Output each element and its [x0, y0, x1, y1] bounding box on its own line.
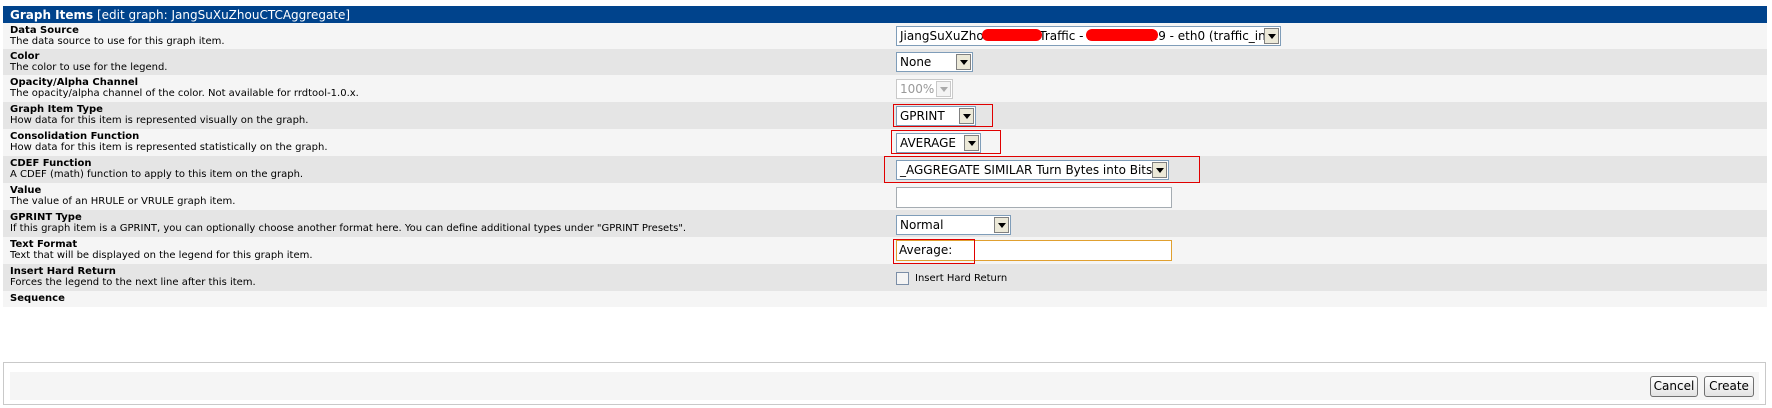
- row-insert-hard-return: Insert Hard Return Forces the legend to t…: [3, 264, 1767, 291]
- field-desc: The color to use for the legend.: [10, 62, 168, 73]
- color-value: None: [900, 55, 932, 69]
- value-input[interactable]: [896, 187, 1172, 208]
- gprint-type-value: Normal: [900, 218, 944, 232]
- field-desc: How data for this item is represented vi…: [10, 115, 309, 126]
- field-title: Data Source: [10, 25, 79, 36]
- row-sequence: Sequence: [3, 291, 1767, 307]
- row-gprint-type: GPRINT Type If this graph item is a GPRIN…: [3, 210, 1767, 237]
- field-desc: The value of an HRULE or VRULE graph ite…: [10, 196, 236, 207]
- panel-header: Graph Items [edit graph: JangSuXuZhouCTC…: [3, 6, 1767, 23]
- field-desc: The data source to use for this graph it…: [10, 36, 225, 47]
- opacity-select[interactable]: 100%: [896, 79, 953, 99]
- gprint-type-select[interactable]: Normal: [896, 215, 1011, 235]
- row-data-source: Data Source The data source to use for th…: [3, 23, 1767, 49]
- redaction-mark: [1086, 29, 1158, 41]
- form-footer: Cancel Create: [3, 362, 1766, 405]
- field-desc: How data for this item is represented st…: [10, 142, 328, 153]
- field-title: Value: [10, 185, 42, 196]
- field-title: Text Format: [10, 239, 78, 250]
- row-graph-item-type: Graph Item Type How data for this item is…: [3, 102, 1767, 129]
- row-text-format: Text Format Text that will be displayed o…: [3, 237, 1767, 264]
- highlight-box: [893, 104, 993, 127]
- field-desc: Forces the legend to the next line after…: [10, 277, 256, 288]
- field-desc: If this graph item is a GPRINT, you can …: [10, 223, 687, 234]
- field-desc: A CDEF (math) function to apply to this …: [10, 169, 304, 180]
- field-title: Opacity/Alpha Channel: [10, 77, 139, 88]
- redaction-mark: [982, 29, 1042, 41]
- create-button[interactable]: Create: [1704, 376, 1754, 397]
- color-select[interactable]: None: [896, 52, 973, 72]
- field-title: Graph Item Type: [10, 104, 103, 115]
- chevron-down-icon[interactable]: [956, 54, 971, 70]
- panel-subtitle: [edit graph: JangSuXuZhouCTCAggregate]: [93, 8, 351, 22]
- row-opacity: Opacity/Alpha Channel The opacity/alpha c…: [3, 75, 1767, 102]
- row-value: Value The value of an HRULE or VRULE grap…: [3, 183, 1767, 210]
- button-bar: Cancel Create: [10, 372, 1759, 400]
- highlight-box: [884, 156, 1200, 183]
- field-title: Insert Hard Return: [10, 266, 116, 277]
- row-color: Color The color to use for the legend. No…: [3, 49, 1767, 75]
- opacity-value: 100%: [900, 82, 935, 96]
- field-desc: The opacity/alpha channel of the color. …: [10, 88, 359, 99]
- hard-return-checkbox[interactable]: [896, 272, 909, 285]
- cancel-button[interactable]: Cancel: [1650, 376, 1698, 397]
- field-title: Color: [10, 51, 40, 62]
- panel-title: Graph Items: [10, 8, 94, 22]
- field-title: CDEF Function: [10, 158, 92, 169]
- field-desc: Text that will be displayed on the legen…: [10, 250, 313, 261]
- chevron-down-icon[interactable]: [936, 81, 951, 97]
- chevron-down-icon[interactable]: [1264, 28, 1279, 44]
- hard-return-label[interactable]: Insert Hard Return: [915, 273, 1007, 284]
- field-title: GPRINT Type: [10, 212, 82, 223]
- row-cdef-function: CDEF Function A CDEF (math) function to a…: [3, 156, 1767, 183]
- chevron-down-icon[interactable]: [994, 217, 1009, 233]
- row-consolidation-function: Consolidation Function How data for this …: [3, 129, 1767, 156]
- highlight-box: [891, 130, 1001, 154]
- highlight-box: [893, 239, 975, 264]
- field-title: Consolidation Function: [10, 131, 140, 142]
- field-title: Sequence: [10, 293, 65, 304]
- graph-items-panel: Graph Items [edit graph: JangSuXuZhouCTC…: [3, 6, 1767, 307]
